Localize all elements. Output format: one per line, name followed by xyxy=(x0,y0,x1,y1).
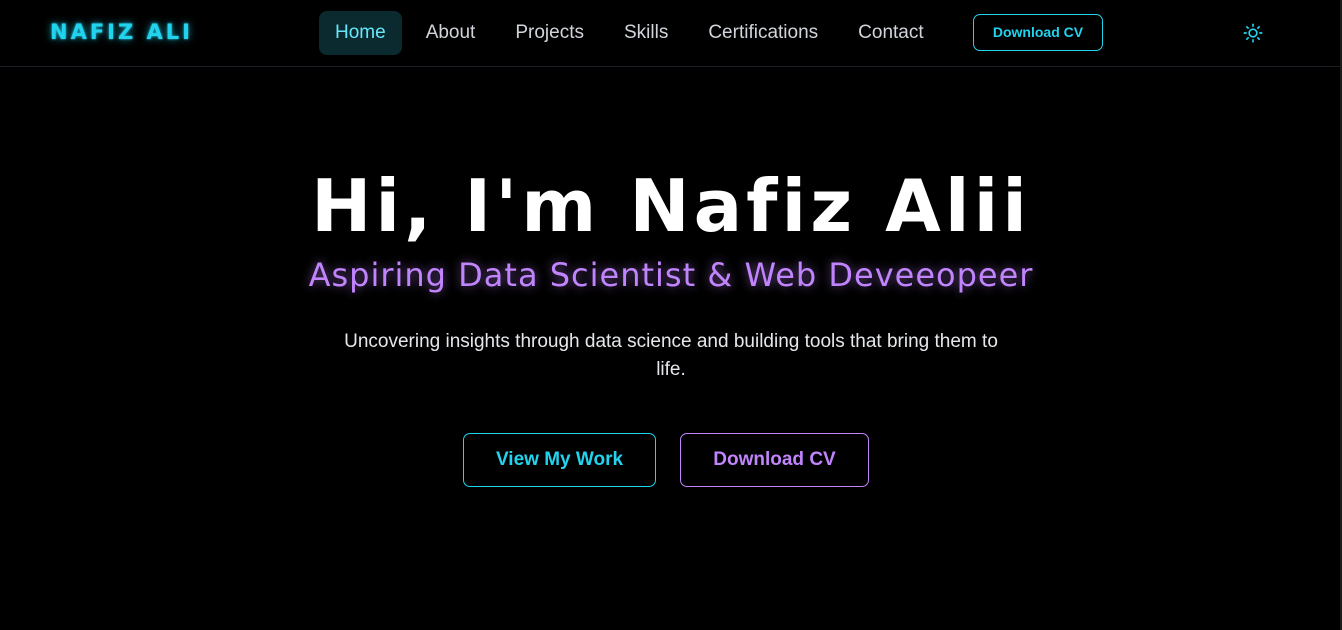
view-my-work-button[interactable]: View My Work xyxy=(463,433,656,487)
nav-skills-link[interactable]: Skills xyxy=(608,11,684,55)
hero-download-cv-button[interactable]: Download CV xyxy=(680,433,869,487)
nav-projects-link[interactable]: Projects xyxy=(499,11,600,55)
nav-home-link[interactable]: Home xyxy=(319,11,402,55)
navbar: NAFIZ ALI Home About Projects Skills Cer… xyxy=(0,0,1342,67)
hero-subtitle: Aspiring Data Scientist & Web Deveeopeer xyxy=(308,256,1034,294)
nav-about-link[interactable]: About xyxy=(410,11,492,55)
site-logo[interactable]: NAFIZ ALI xyxy=(50,20,193,44)
theme-toggle-button[interactable] xyxy=(1242,22,1264,44)
hero-title: Hi, I'm Nafiz Alii xyxy=(311,164,1031,248)
sun-icon xyxy=(1243,23,1263,43)
nav-certifications-link[interactable]: Certifications xyxy=(692,11,834,55)
nav-contact-link[interactable]: Contact xyxy=(842,11,939,55)
hero-description: Uncovering insights through data science… xyxy=(344,331,998,380)
nav-download-cv-button[interactable]: Download CV xyxy=(973,14,1103,51)
nav-links: Home About Projects Skills Certification… xyxy=(319,11,948,55)
